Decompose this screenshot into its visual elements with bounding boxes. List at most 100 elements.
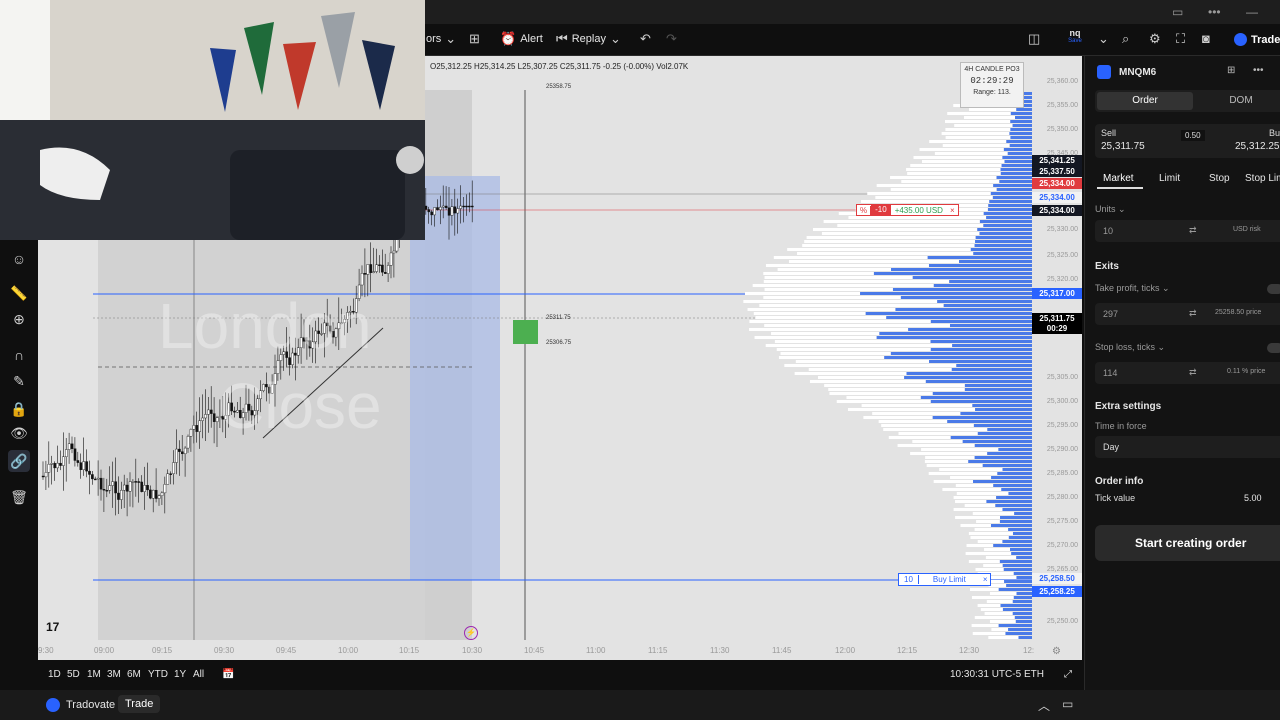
range-button-ytd[interactable]: YTD — [148, 669, 168, 680]
redo-button[interactable]: ↷ — [666, 31, 677, 47]
buy-limit-qty: 10 — [899, 575, 919, 584]
ruler-icon[interactable]: 📏 — [8, 282, 30, 304]
tab-limit[interactable]: Limit — [1159, 173, 1180, 184]
lock-icon[interactable]: 🔒 — [8, 398, 30, 420]
candle-body — [105, 490, 109, 492]
tab-stop[interactable]: Stop — [1209, 173, 1230, 184]
range-button-6m[interactable]: 6M — [127, 669, 141, 680]
units-risk[interactable]: USD risk — [1233, 226, 1261, 233]
pencil-lock-icon[interactable]: ✎ — [8, 370, 30, 392]
profile-bar-buy — [959, 260, 1032, 263]
candle-body — [137, 481, 141, 483]
buy-button[interactable]: Buy 25,312.25 — [1235, 128, 1280, 152]
start-creating-order-button[interactable]: Start creating order — [1095, 525, 1280, 561]
zoom-in-icon[interactable]: ⊕ — [8, 308, 30, 330]
candle-body — [462, 205, 465, 208]
layout-icon[interactable]: ⊞ — [1227, 65, 1235, 76]
take-profit-label[interactable]: Take profit, ticks ⌄ — [1095, 283, 1170, 294]
panel-toggle-button[interactable]: ◫ — [1028, 31, 1040, 47]
position-pct[interactable]: % — [857, 205, 872, 215]
profile-bar-buy — [865, 312, 1032, 315]
emoji-tool-icon[interactable]: ☺ — [8, 248, 30, 270]
minimize-icon[interactable]: — — [1246, 5, 1258, 19]
profile-bar-buy — [970, 248, 1032, 251]
lightning-icon[interactable]: ⚡ — [464, 626, 478, 640]
tab-market[interactable]: Market — [1103, 173, 1134, 184]
search-button[interactable]: ⌕ — [1122, 31, 1129, 47]
undo-button[interactable]: ↶ — [640, 31, 651, 47]
save-sub-label: Save — [1068, 38, 1082, 44]
swap-icon[interactable]: ⇄ — [1189, 308, 1197, 319]
profile-bar-sell — [919, 148, 1004, 151]
tp-price[interactable]: 25258.50 price — [1215, 309, 1261, 316]
chevron-up-icon[interactable]: ︿ — [1038, 697, 1050, 714]
clock-label[interactable]: 10:30:31 UTC-5 — [950, 669, 1021, 680]
settings-button[interactable]: ⚙ — [1149, 31, 1161, 47]
profile-bar-sell — [974, 616, 1015, 619]
stop-loss-input[interactable]: 114 ⇄ 0.11 % price — [1095, 362, 1280, 384]
range-button-1m[interactable]: 1M — [87, 669, 101, 680]
indicators-button[interactable]: ors ⌄ — [426, 31, 456, 47]
maximize-panel-icon[interactable]: ▭ — [1062, 697, 1073, 711]
take-profit-toggle[interactable] — [1267, 284, 1280, 294]
tab-stop-limit[interactable]: Stop Limit — [1245, 173, 1280, 184]
axis-price-label: 25,250.00 — [1046, 618, 1078, 625]
swap-icon[interactable]: ⇄ — [1189, 367, 1197, 378]
profile-bar-sell — [876, 184, 994, 187]
trade-button[interactable]: Trade — [1228, 29, 1280, 50]
units-label[interactable]: Units ⌄ — [1095, 204, 1126, 215]
position-label[interactable]: % -10 +435.00 USD × — [856, 204, 959, 216]
sl-price[interactable]: 0.11 % price — [1227, 368, 1265, 375]
trade-tab[interactable]: Trade — [118, 695, 161, 713]
more-options-icon[interactable]: ••• — [1253, 65, 1264, 76]
eye-icon[interactable]: 👁 — [8, 422, 30, 444]
tab-order[interactable]: Order — [1097, 92, 1193, 110]
swap-icon[interactable]: ⇄ — [1189, 225, 1197, 236]
stop-loss-toggle[interactable] — [1267, 343, 1280, 353]
profile-bar-buy — [1000, 168, 1032, 171]
candle-body — [442, 205, 445, 208]
profile-bar-buy — [1000, 604, 1032, 607]
webcam-feed — [0, 0, 425, 240]
more-icon[interactable]: ••• — [1208, 5, 1221, 19]
alert-button[interactable]: ⏰ Alert — [500, 31, 543, 47]
profile-bar-buy — [989, 200, 1032, 203]
link-icon[interactable]: 🔗 — [8, 450, 30, 472]
panel-symbol[interactable]: MNQM6 — [1119, 67, 1156, 78]
profile-bar-sell — [968, 560, 1000, 563]
profile-bar-buy — [956, 364, 1032, 367]
profile-bar-sell — [771, 332, 880, 335]
trash-icon[interactable]: 🗑 — [8, 486, 30, 508]
cast-icon[interactable]: ▭ — [1172, 5, 1183, 19]
symbol-quick-button[interactable]: nq Save — [1064, 28, 1086, 44]
screenshot-button[interactable]: ◙ — [1202, 31, 1210, 46]
expand-icon[interactable]: ⤢ — [1064, 669, 1072, 680]
candle-body — [79, 462, 83, 470]
profile-bar-buy — [1012, 532, 1032, 535]
time-axis-label: 11:45 — [772, 646, 792, 655]
fullscreen-button[interactable]: ⛶ — [1176, 31, 1185, 47]
layout-menu-button[interactable]: ⌄ — [1098, 31, 1109, 47]
units-input[interactable]: 10 ⇄ USD risk — [1095, 220, 1280, 242]
range-button-1y[interactable]: 1Y — [174, 669, 186, 680]
range-button-3m[interactable]: 3M — [107, 669, 121, 680]
range-button-all[interactable]: All — [193, 669, 204, 680]
settings-gear-icon[interactable]: ⚙ — [1052, 646, 1061, 657]
range-button-5d[interactable]: 5D — [67, 669, 80, 680]
take-profit-input[interactable]: 297 ⇄ 25258.50 price — [1095, 303, 1280, 325]
sell-button[interactable]: Sell 25,311.75 — [1101, 128, 1145, 152]
buy-limit-order[interactable]: 10 Buy Limit × — [898, 573, 992, 586]
replay-button[interactable]: ⏮ Replay ⌄ — [556, 31, 621, 47]
stop-loss-label[interactable]: Stop loss, ticks ⌄ — [1095, 342, 1165, 353]
tradovate-tab[interactable]: Tradovate — [66, 699, 115, 711]
close-position-icon[interactable]: × — [947, 206, 958, 215]
cancel-order-icon[interactable]: × — [980, 575, 991, 584]
range-button-1d[interactable]: 1D — [48, 669, 61, 680]
layout-grid-button[interactable]: ⊞ — [469, 31, 480, 47]
session-label[interactable]: ETH — [1024, 669, 1044, 680]
magnet-icon[interactable]: ∩ — [8, 344, 30, 366]
date-range-icon[interactable]: 📅 — [222, 669, 234, 680]
time-in-force-select[interactable]: Day — [1095, 436, 1280, 458]
profile-bar-sell — [980, 608, 1003, 611]
tab-dom[interactable]: DOM — [1193, 92, 1280, 110]
